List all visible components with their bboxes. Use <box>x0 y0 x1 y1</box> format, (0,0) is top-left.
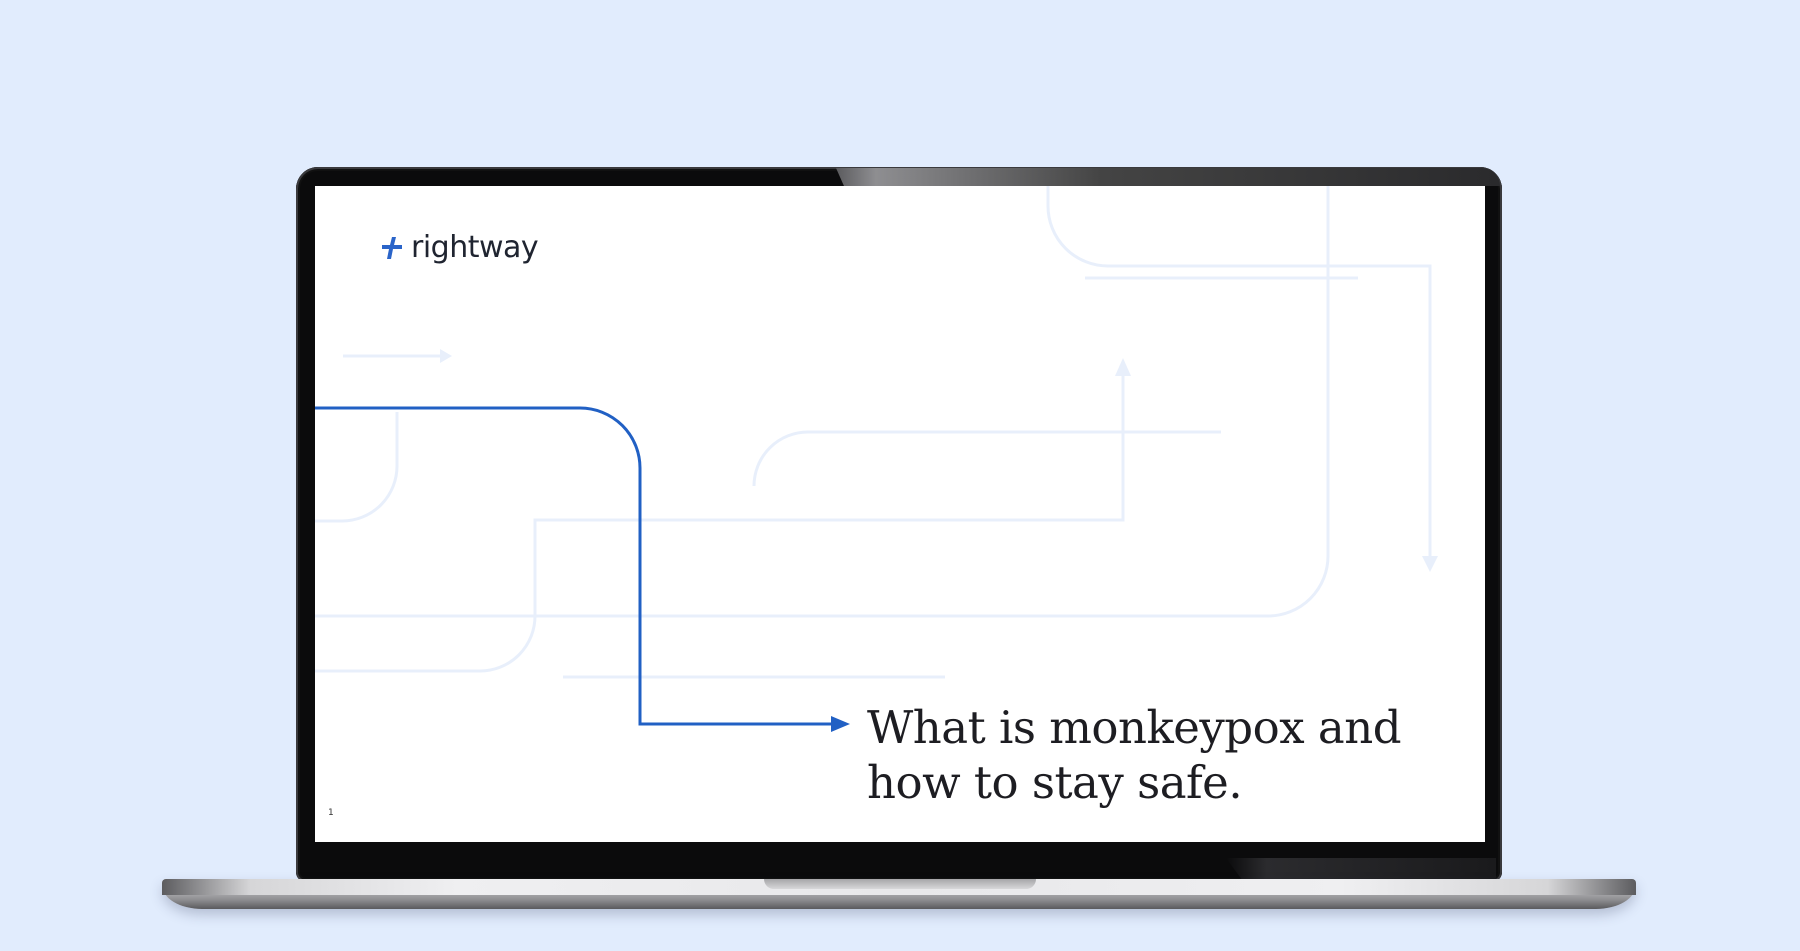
rightway-logo: rightway <box>381 230 539 265</box>
presentation-slide: rightway What is monkeypox and how to st… <box>315 186 1485 842</box>
faint-arrowhead-down <box>1422 556 1438 572</box>
faint-path-middle <box>752 430 1221 487</box>
faint-path-left-curve <box>315 412 399 523</box>
highlight-arrowhead <box>831 716 850 732</box>
headline-line-2: how to stay safe. <box>867 756 1243 809</box>
lid-glare <box>836 168 1500 186</box>
slide-number: 1 <box>328 808 334 818</box>
lid-open-notch <box>764 879 1036 889</box>
faint-arrowhead-up <box>1115 358 1131 376</box>
headline-line-1: What is monkeypox and <box>867 701 1402 754</box>
faint-arrowhead-short <box>440 349 452 363</box>
logo-wordmark: rightway <box>411 230 539 265</box>
bezel-glare <box>1226 858 1496 880</box>
slide-headline: What is monkeypox and how to stay safe. <box>867 700 1467 810</box>
faint-path-top-right <box>1046 186 1432 564</box>
plus-mark-icon <box>381 236 405 260</box>
